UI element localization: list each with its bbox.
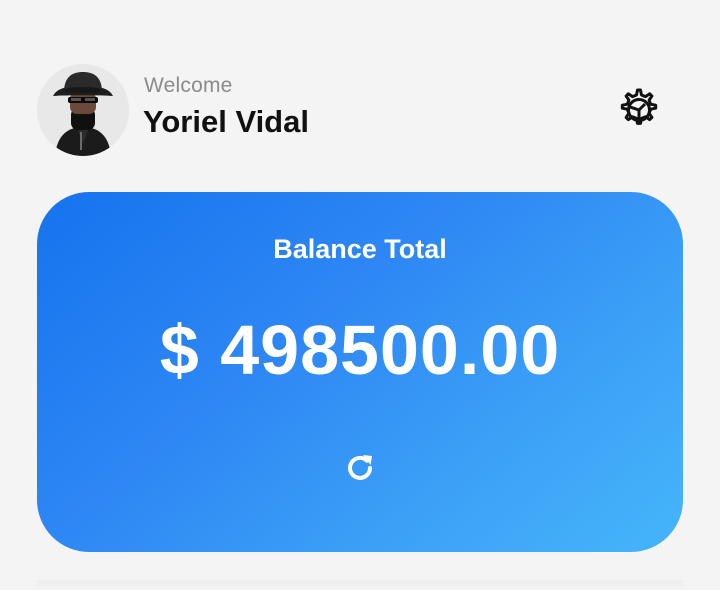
avatar[interactable] (37, 64, 129, 156)
header: Welcome Yoriel Vidal (0, 0, 720, 190)
welcome-label: Welcome (144, 74, 233, 97)
avatar-icon (37, 64, 129, 156)
refresh-button[interactable] (342, 450, 378, 486)
balance-card: Balance Total $ 498500.00 (37, 192, 683, 552)
user-name: Yoriel Vidal (143, 104, 309, 139)
gear-icon (620, 88, 658, 125)
balance-title: Balance Total (273, 234, 447, 264)
settings-button[interactable] (615, 86, 663, 134)
refresh-icon (348, 455, 372, 480)
balance-amount: $ 498500.00 (159, 311, 561, 389)
next-section-edge (37, 580, 683, 590)
